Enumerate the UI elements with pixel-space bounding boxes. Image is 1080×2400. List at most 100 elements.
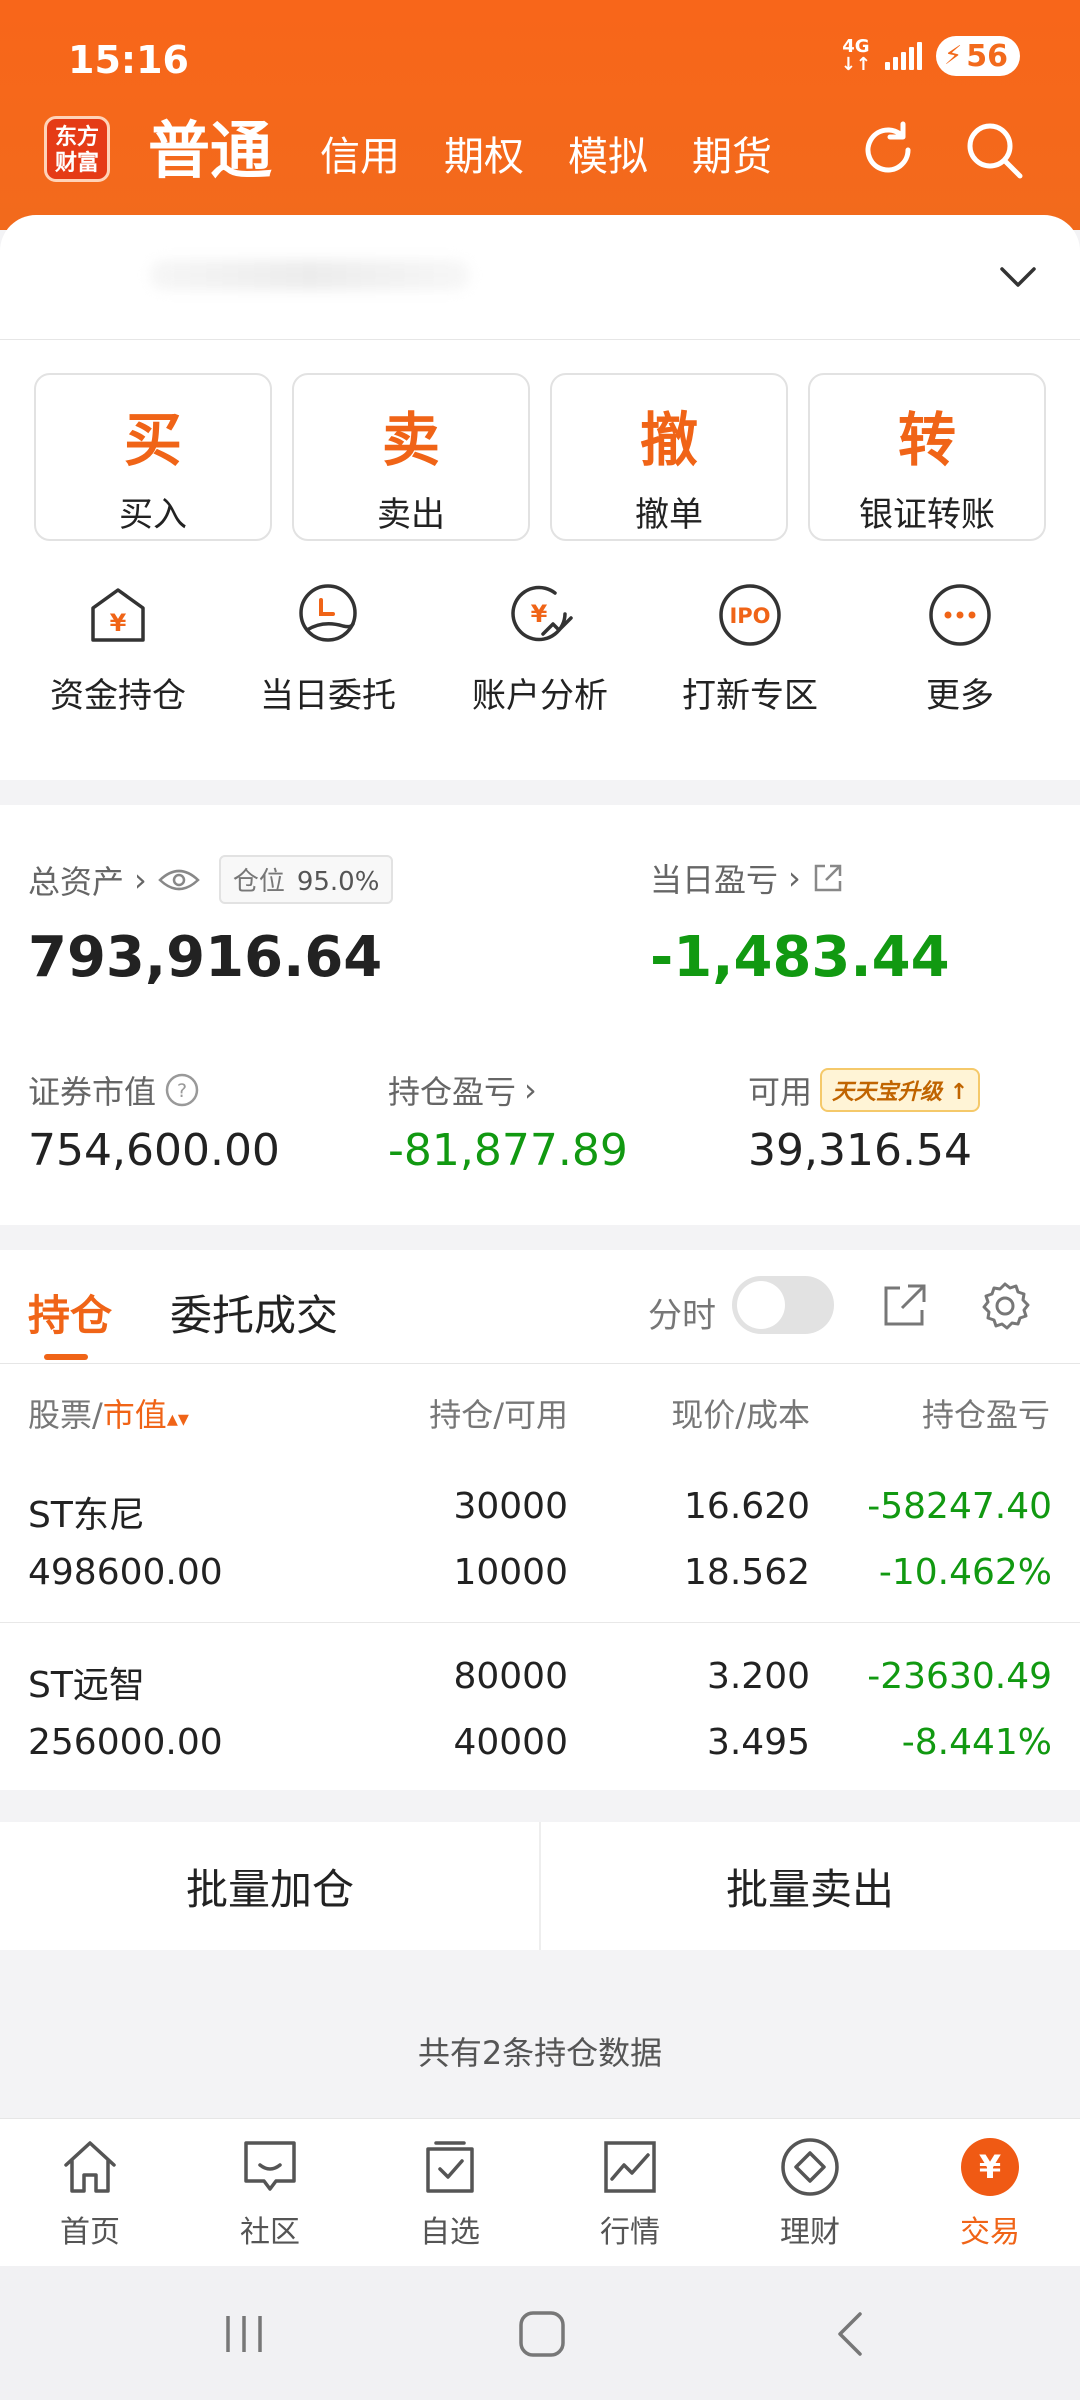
nav-community[interactable]: 社区 bbox=[180, 2135, 360, 2251]
status-icons: 4G ↓↑ ⚡ 56 bbox=[841, 36, 1020, 76]
buy-glyph: 买 bbox=[123, 406, 182, 474]
available-header: 可用 天天宝升级 ↑ bbox=[748, 1067, 981, 1113]
stock-cost: 18.562 bbox=[684, 1552, 810, 1593]
logo-line1: 东方 bbox=[54, 125, 99, 150]
settings-icon[interactable] bbox=[978, 1280, 1032, 1334]
external-link-icon[interactable] bbox=[811, 861, 845, 895]
search-icon[interactable] bbox=[962, 118, 1026, 182]
day-pl-label: 当日盈亏 bbox=[650, 861, 779, 899]
stock-available: 40000 bbox=[453, 1722, 568, 1763]
signal-icon bbox=[884, 42, 922, 70]
clock-hand-icon bbox=[299, 584, 357, 642]
stock-pl-percent: -8.441% bbox=[901, 1722, 1052, 1763]
bulk-add-button[interactable]: 批量加仓 bbox=[0, 1822, 540, 1950]
cancel-order-button[interactable]: 撤 撤单 bbox=[550, 373, 788, 541]
market-icon bbox=[604, 2141, 656, 2193]
nav-label: 理财 bbox=[780, 2215, 840, 2250]
total-assets-label: 总资产 bbox=[28, 862, 125, 901]
more-icon bbox=[929, 584, 991, 646]
arrow-up-icon: ↑ bbox=[949, 1080, 969, 1105]
tab-simulated[interactable]: 模拟 bbox=[568, 124, 648, 190]
tab-positions[interactable]: 持仓 bbox=[28, 1282, 112, 1343]
sell-button[interactable]: 卖 卖出 bbox=[292, 373, 530, 541]
network-type: 4G bbox=[842, 36, 870, 57]
tab-options[interactable]: 期权 bbox=[444, 124, 524, 190]
market-value: 754,600.00 bbox=[28, 1125, 280, 1176]
shortcut-today-orders[interactable]: 当日委托 bbox=[233, 580, 423, 717]
shortcut-more[interactable]: 更多 bbox=[865, 580, 1055, 717]
column-stock[interactable]: 股票/市值▴▾ bbox=[28, 1390, 189, 1436]
trade-icon: ¥ bbox=[961, 2138, 1019, 2196]
shortcut-account-analysis[interactable]: ¥ 账户分析 bbox=[445, 580, 635, 717]
account-selector[interactable] bbox=[0, 215, 1080, 340]
bulk-sell-button[interactable]: 批量卖出 bbox=[540, 1822, 1080, 1950]
stock-price: 16.620 bbox=[684, 1486, 810, 1527]
shortcut-label: 当日委托 bbox=[260, 676, 396, 716]
help-icon[interactable]: ? bbox=[164, 1072, 200, 1108]
stock-cost: 3.495 bbox=[706, 1722, 810, 1763]
shortcut-funds-positions[interactable]: ¥ 资金持仓 bbox=[23, 580, 213, 717]
eye-icon[interactable] bbox=[157, 865, 201, 895]
stock-quantity: 80000 bbox=[453, 1656, 568, 1697]
chevron-right-icon: › bbox=[134, 860, 147, 899]
back-icon[interactable] bbox=[826, 2308, 878, 2360]
app-logo: 东方 财富 bbox=[44, 116, 110, 182]
transfer-glyph: 转 bbox=[897, 406, 956, 474]
bank-transfer-button[interactable]: 转 银证转账 bbox=[808, 373, 1046, 541]
stock-market-value: 498600.00 bbox=[28, 1552, 223, 1593]
holdings-count: 共有2条持仓数据 bbox=[417, 2034, 663, 2072]
holding-pl-header[interactable]: 持仓盈亏 › bbox=[388, 1067, 537, 1113]
nav-trade[interactable]: ¥ 交易 bbox=[900, 2135, 1080, 2251]
cancel-glyph: 撤 bbox=[639, 406, 698, 474]
upgrade-badge[interactable]: 天天宝升级 ↑ bbox=[820, 1068, 981, 1112]
buy-button[interactable]: 买 买入 bbox=[34, 373, 272, 541]
logo-line2: 财富 bbox=[54, 151, 99, 176]
column-quantity: 持仓/可用 bbox=[429, 1396, 568, 1434]
tab-normal[interactable]: 普通 bbox=[148, 100, 272, 190]
asset-summary: 总资产 › 仓位 95.0% 793,916.64 当日盈亏 › -1,483.4… bbox=[0, 805, 1080, 1225]
nav-label: 交易 bbox=[960, 2215, 1020, 2250]
nav-watchlist[interactable]: 自选 bbox=[360, 2135, 540, 2251]
holdings-panel: 持仓 委托成交 分时 股票/市值▴▾ 持仓/可用 现价/成本 持仓盈亏 ST东尼… bbox=[0, 1250, 1080, 1790]
battery-level: 56 bbox=[966, 38, 1008, 74]
nav-market[interactable]: 行情 bbox=[540, 2135, 720, 2251]
stock-price: 3.200 bbox=[706, 1656, 810, 1697]
transfer-label: 银证转账 bbox=[859, 495, 995, 535]
position-label: 仓位 bbox=[232, 867, 285, 897]
column-price-cost: 现价/成本 bbox=[671, 1396, 810, 1434]
shortcut-ipo-zone[interactable]: IPO 打新专区 bbox=[655, 580, 845, 717]
home-icon bbox=[64, 2141, 116, 2193]
nav-wealth[interactable]: 理财 bbox=[720, 2135, 900, 2251]
shortcut-label: 打新专区 bbox=[682, 676, 818, 716]
funds-house-icon: ¥ bbox=[91, 588, 145, 642]
quick-actions: 买 买入 卖 卖出 撤 撤单 转 银证转账 ¥ 资金持仓 当日委托 ¥ 账户分析… bbox=[0, 340, 1080, 780]
available-value: 39,316.54 bbox=[748, 1125, 972, 1176]
upgrade-text: 天天宝升级 bbox=[832, 1080, 943, 1105]
refresh-icon[interactable] bbox=[856, 118, 920, 182]
tab-futures[interactable]: 期货 bbox=[692, 124, 772, 190]
app-header: 15:16 4G ↓↑ ⚡ 56 东方 财富 普通 信用 期权 模拟 期货 bbox=[0, 0, 1080, 230]
tab-credit[interactable]: 信用 bbox=[320, 124, 400, 190]
chevron-down-icon[interactable] bbox=[996, 255, 1040, 299]
share-icon[interactable] bbox=[880, 1280, 930, 1330]
total-assets-header[interactable]: 总资产 › 仓位 95.0% bbox=[28, 855, 394, 904]
day-pl-value: -1,483.44 bbox=[650, 925, 950, 990]
nav-home[interactable]: 首页 bbox=[0, 2135, 180, 2251]
day-pl-header[interactable]: 当日盈亏 › bbox=[650, 855, 845, 901]
charging-icon: ⚡ bbox=[943, 41, 963, 71]
total-assets-value: 793,916.64 bbox=[28, 925, 383, 990]
intraday-toggle[interactable] bbox=[732, 1276, 834, 1334]
sell-glyph: 卖 bbox=[381, 406, 440, 474]
recent-apps-icon[interactable] bbox=[220, 2310, 268, 2358]
battery-indicator: ⚡ 56 bbox=[935, 36, 1020, 76]
home-button-icon[interactable] bbox=[516, 2308, 568, 2360]
bottom-nav: 首页 社区 自选 行情 理财 ¥ 交易 bbox=[0, 2118, 1080, 2266]
market-value-label: 证券市值 bbox=[28, 1073, 157, 1111]
tab-orders-deals[interactable]: 委托成交 bbox=[170, 1282, 338, 1343]
cancel-label: 撤单 bbox=[635, 495, 703, 535]
account-type-tabs: 普通 信用 期权 模拟 期货 bbox=[148, 100, 816, 190]
community-icon bbox=[244, 2141, 296, 2191]
nav-label: 社区 bbox=[240, 2215, 300, 2250]
stock-quantity: 30000 bbox=[453, 1486, 568, 1527]
market-value-header: 证券市值 ? bbox=[28, 1067, 200, 1113]
